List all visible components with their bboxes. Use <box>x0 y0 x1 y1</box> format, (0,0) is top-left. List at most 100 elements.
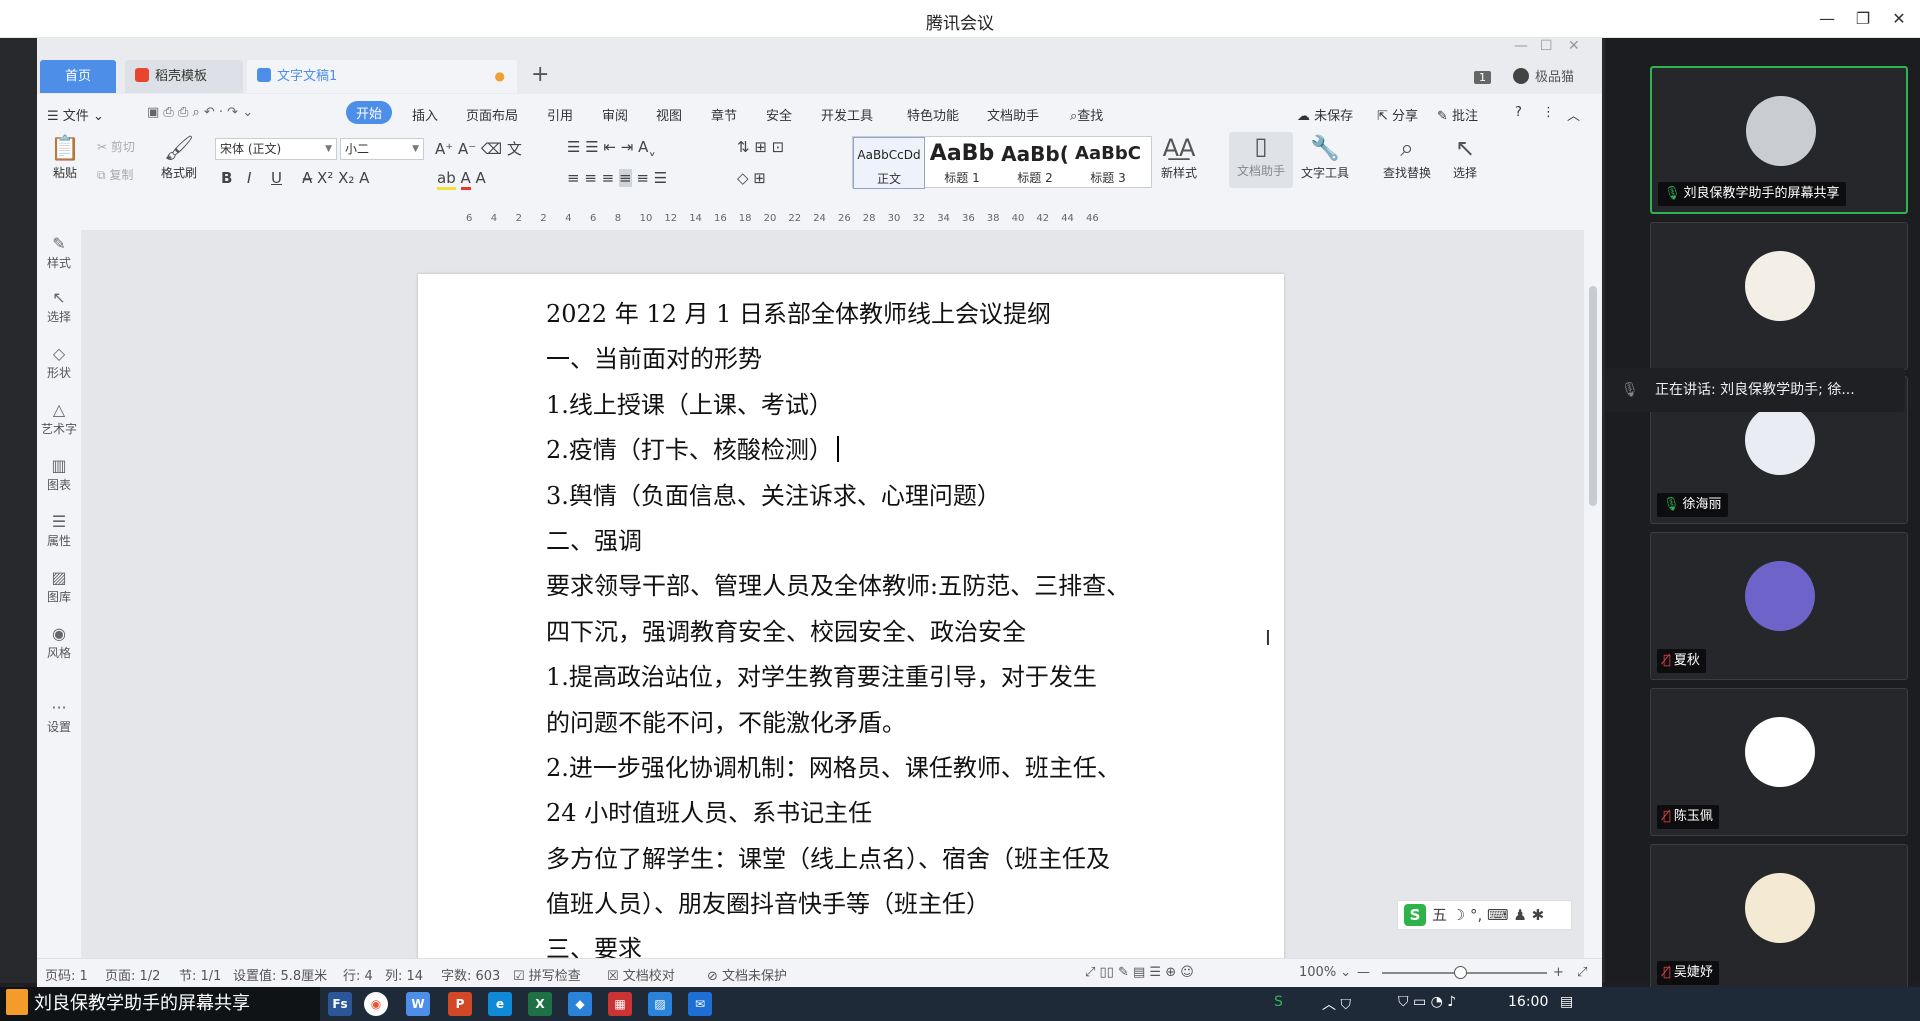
document-body[interactable]: 2022 年 12 月 1 日系部全体教师线上会议提纲 一、当前面对的形势 1.线上… <box>546 292 1166 958</box>
file-menu[interactable]: ☰ 文件 ⌄ <box>47 105 104 124</box>
document-canvas[interactable]: 2022 年 12 月 1 日系部全体教师线上会议提纲 一、当前面对的形势 1.线上… <box>81 230 1584 958</box>
wps-close-button[interactable]: ✕ <box>1568 38 1580 54</box>
comment-button[interactable]: ✎ 批注 <box>1437 105 1478 124</box>
menu-item-layout[interactable]: 页面布局 <box>466 105 518 124</box>
wps-minimize-button[interactable]: — <box>1514 38 1528 54</box>
underline-icon[interactable]: U <box>271 169 282 187</box>
taskbar-fs-icon[interactable]: Fs <box>328 992 352 1016</box>
wps-writer-taskbar-icon[interactable]: W <box>406 992 430 1016</box>
italic-icon[interactable]: I <box>247 169 251 187</box>
document-line[interactable]: 二、强调 <box>546 519 1166 564</box>
menu-item-reference[interactable]: 引用 <box>547 105 573 124</box>
select-button[interactable]: ↖ 选择 <box>1453 134 1477 181</box>
text-tools-button[interactable]: 🔧 文字工具 <box>1301 134 1349 181</box>
align-icons[interactable]: ≡ ≡ ≡ ≡ ≡ ☰ <box>567 169 667 187</box>
document-line[interactable]: 2.进一步强化协调机制：网格员、课任教师、班主任、 <box>546 746 1166 791</box>
quick-access-icons[interactable]: ▣ ⎙ ⎙ ⌕ ↶ · ↷ ⌄ <box>147 105 253 120</box>
font-family-select[interactable]: 宋体 (正文) ▼ <box>215 138 337 160</box>
participant-tile[interactable]: 🎙̸ 吴婕妤 <box>1650 844 1908 992</box>
help-icon[interactable]: ? <box>1515 105 1522 120</box>
horizontal-ruler[interactable]: 6 4 2 2 4 6 8 10 12 14 16 18 20 22 24 26 28 30 32 34 36 38 40 4… <box>81 208 1584 230</box>
doc-assistant-button[interactable]: ▯ 文档助手 <box>1229 132 1293 188</box>
tab-home[interactable]: 首页 <box>40 60 116 93</box>
participant-tile[interactable] <box>1650 222 1908 370</box>
sidebar-theme[interactable]: ◉ 风格 <box>37 624 81 661</box>
style-normal[interactable]: AaBbCcDd 正文 <box>853 137 925 189</box>
wps-maximize-button[interactable]: ☐ <box>1540 38 1553 54</box>
sidebar-shape[interactable]: ◇ 形状 <box>37 344 81 381</box>
new-style-button[interactable]: A͟A 新样式 <box>1161 134 1197 181</box>
cut-button[interactable]: ✂ 剪切 <box>97 138 135 155</box>
style-heading-1[interactable]: AaBb 标题 1 <box>926 137 998 189</box>
strike-sup-sub-icons[interactable]: A̶ X² X₂ A <box>302 169 369 187</box>
document-line[interactable]: 值班人员）、朋友圈抖音快手等（班主任） <box>546 882 1166 927</box>
participant-tile[interactable]: 🎙̸ 陈玉佩 <box>1650 688 1908 836</box>
new-tab-button[interactable]: + <box>531 62 549 87</box>
powerpoint-icon[interactable]: P <box>448 992 472 1016</box>
meeting-taskbar-icon[interactable]: ◆ <box>568 992 592 1016</box>
menu-item-view[interactable]: 视图 <box>656 105 682 124</box>
chrome-icon[interactable]: ◉ <box>364 992 388 1016</box>
screen-share-indicator[interactable]: 刘良保教学助手的屏幕共享 <box>0 987 320 1021</box>
style-heading-2[interactable]: AaBb(标题 2 <box>999 137 1071 189</box>
app-taskbar-icon[interactable]: ▦ <box>608 992 632 1016</box>
document-line[interactable]: 要求领导干部、管理人员及全体教师:五防范、三排查、 <box>546 564 1166 609</box>
highlight-fontcolor-icons[interactable]: ab A A <box>437 169 486 190</box>
sidebar-properties[interactable]: ☰ 属性 <box>37 512 81 549</box>
document-line[interactable]: 多方位了解学生：课堂（线上点名）、宿舍（班主任及 <box>546 837 1166 882</box>
bold-icon[interactable]: B <box>221 169 232 187</box>
sidebar-gallery[interactable]: ▨ 图库 <box>37 568 81 605</box>
menu-item-security[interactable]: 安全 <box>766 105 792 124</box>
menu-item-chapter[interactable]: 章节 <box>711 105 737 124</box>
zoom-out-button[interactable]: — <box>1357 965 1370 980</box>
document-line[interactable]: 四下沉，强调教育安全、校园安全、政治安全 <box>546 610 1166 655</box>
more-icon[interactable]: ⋮ <box>1542 105 1555 120</box>
photos-icon[interactable]: ▨ <box>648 992 672 1016</box>
zoom-level[interactable]: 100% ⌄ <box>1299 965 1351 980</box>
sidebar-settings[interactable]: ··· 设置 <box>37 698 81 735</box>
tab-document[interactable]: 文字文稿1 ● <box>247 60 517 93</box>
edge-icon[interactable]: e <box>488 992 512 1016</box>
proofread-button[interactable]: ☒ 文档校对 <box>607 965 675 984</box>
vertical-scrollbar[interactable] <box>1584 208 1602 958</box>
zoom-slider-knob[interactable] <box>1454 966 1467 979</box>
document-line[interactable]: 的问题不能不问，不能激化矛盾。 <box>546 701 1166 746</box>
participant-tile[interactable]: 🎙 刘良保教学助手的屏幕共享 <box>1650 66 1908 214</box>
tab-templates[interactable]: 稻壳模板 <box>125 60 243 93</box>
shading-table-icons[interactable]: ◇ ⊞ <box>737 169 766 187</box>
document-page[interactable]: 2022 年 12 月 1 日系部全体教师线上会议提纲 一、当前面对的形势 1.线上… <box>418 274 1284 958</box>
style-heading-3[interactable]: AaBbC 标题 3 <box>1072 137 1144 189</box>
mail-icon[interactable]: ✉ <box>688 992 712 1016</box>
share-button[interactable]: ⇱ 分享 <box>1377 105 1418 124</box>
system-tray-icons[interactable]: ⛉ ▭ ◔ ♪ <box>1398 994 1456 1010</box>
format-painter-button[interactable]: 🖌 格式刷 <box>157 134 201 181</box>
menu-item-features[interactable]: 特色功能 <box>907 105 959 124</box>
sidebar-wordart[interactable]: △ 艺术字 <box>37 400 81 437</box>
sidebar-style[interactable]: ✎ 样式 <box>37 234 81 271</box>
notification-icon[interactable]: ▤ <box>1560 994 1573 1010</box>
document-line[interactable]: 2.疫情（打卡、核酸检测） <box>546 428 1166 473</box>
fit-window-icon[interactable]: ⤢ <box>1577 965 1587 980</box>
copy-button[interactable]: ⧉ 复制 <box>97 166 133 183</box>
menu-item-developer[interactable]: 开发工具 <box>821 105 873 124</box>
document-line[interactable]: 24 小时值班人员、系书记主任 <box>546 791 1166 836</box>
account-area[interactable]: 1 极品猫 <box>1473 66 1574 85</box>
sort-border-icons[interactable]: ⇅ ⊞ ⊡ <box>737 138 784 156</box>
participant-tile[interactable]: 🎙̸ 夏秋 <box>1650 532 1908 680</box>
sidebar-chart[interactable]: ▥ 图表 <box>37 456 81 493</box>
find-replace-button[interactable]: ⌕ 查找替换 <box>1383 134 1431 181</box>
document-line[interactable]: 1.提高政治站位，对学生教育要注重引导，对于发生 <box>546 655 1166 700</box>
excel-icon[interactable]: X <box>528 992 552 1016</box>
spell-check-button[interactable]: ☑ 拼写检查 <box>513 965 581 984</box>
document-line[interactable]: 3.舆情（负面信息、关注诉求、心理问题） <box>546 474 1166 519</box>
scroll-thumb[interactable] <box>1589 286 1597 506</box>
view-mode-icons[interactable]: ⤢ ▯▯ ✎ ▤ ☰ ⊕ ☺ <box>1085 965 1194 980</box>
menu-item-doc-assistant[interactable]: 文档助手 <box>987 105 1039 124</box>
menu-item-review[interactable]: 审阅 <box>602 105 628 124</box>
document-line[interactable]: 2022 年 12 月 1 日系部全体教师线上会议提纲 <box>546 292 1166 337</box>
zoom-in-button[interactable]: + <box>1553 965 1564 980</box>
protect-button[interactable]: ⊘ 文档未保护 <box>707 965 787 984</box>
tray-icons[interactable]: ︿ ⛉ <box>1322 994 1351 1014</box>
sidebar-select[interactable]: ↖ 选择 <box>37 288 81 325</box>
collapse-ribbon-icon[interactable]: ︿ <box>1567 105 1580 124</box>
